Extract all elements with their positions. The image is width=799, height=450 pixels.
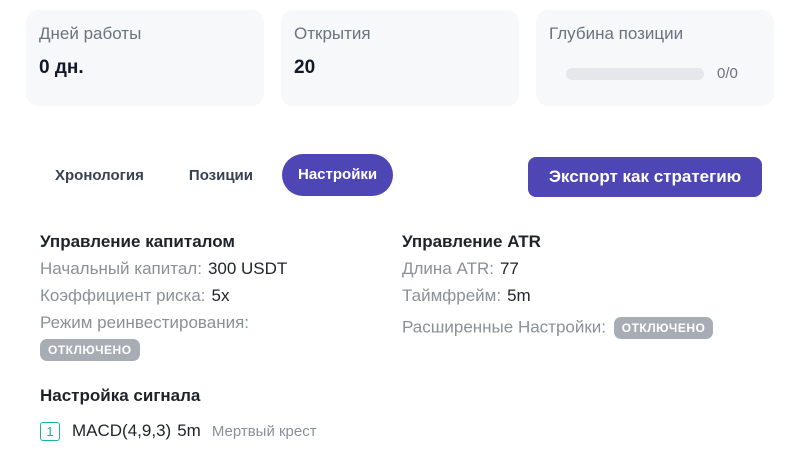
field-value: 5x — [211, 286, 230, 305]
export-strategy-button[interactable]: Экспорт как стратегию — [528, 157, 762, 197]
field-label: Длина ATR: — [402, 259, 494, 278]
field-label: Таймфрейм: — [402, 286, 502, 305]
timeframe-row: Таймфрейм: 5m — [402, 286, 713, 306]
section-title: Настройка сигнала — [40, 386, 201, 405]
stat-value: 0 дн. — [39, 57, 84, 78]
risk-factor-row: Коэффициент риска: 5x — [40, 286, 287, 306]
stat-value: 20 — [294, 57, 316, 78]
signal-number: 1 — [40, 421, 60, 441]
signal-timeframe: 5m — [177, 421, 201, 440]
advanced-settings-row: Расширенные Настройки: ОТКЛЮЧЕНО — [402, 317, 714, 339]
status-badge: ОТКЛЮЧЕНО — [613, 317, 714, 339]
field-label: Расширенные Настройки: — [402, 317, 607, 337]
stat-label: Глубина позиции — [549, 24, 684, 43]
stat-label: Дней работы — [39, 24, 142, 43]
section-title: Управление капиталом — [40, 232, 235, 251]
stat-label: Открытия — [294, 24, 371, 43]
depth-progress: 0/0 — [549, 65, 761, 82]
initial-capital-row: Начальный капитал: 300 USDT — [40, 259, 287, 279]
stat-card-days: Дней работы 0 дн. — [26, 10, 264, 106]
atr-management-section: Управление ATR Длина ATR: 77 Таймфрейм: 5m… — [402, 232, 714, 339]
tab-bar: Хронология Позиции Настройки — [40, 154, 394, 196]
tab-timeline[interactable]: Хронология — [55, 167, 144, 184]
atr-length-row: Длина ATR: 77 — [402, 259, 713, 279]
capital-management-section: Управление капиталом Начальный капитал: 3… — [40, 232, 287, 361]
section-title: Управление ATR — [402, 232, 541, 251]
field-value: 5m — [507, 286, 531, 305]
signal-condition: Мертвый крест — [211, 422, 317, 440]
depth-progress-text: 0/0 — [717, 65, 738, 82]
field-label: Режим реинвестирования: — [40, 313, 250, 332]
reinvest-mode-row: Режим реинвестирования: — [40, 313, 287, 333]
signal-item: 1 MACD(4,9,3) 5m Мертвый крест — [40, 421, 317, 441]
depth-progress-bar — [566, 67, 704, 80]
tab-settings[interactable]: Настройки — [282, 154, 394, 196]
field-value: 300 USDT — [207, 259, 288, 278]
field-label: Начальный капитал: — [40, 259, 202, 278]
tab-positions[interactable]: Позиции — [189, 167, 253, 184]
signal-indicator: MACD(4,9,3) — [72, 421, 172, 440]
field-label: Коэффициент риска: — [40, 286, 206, 305]
status-badge: ОТКЛЮЧЕНО — [40, 339, 140, 361]
signal-settings-section: Настройка сигнала 1 MACD(4,9,3) 5m Мертв… — [40, 386, 317, 441]
stat-card-depth: Глубина позиции 0/0 — [536, 10, 774, 106]
stat-card-opens: Открытия 20 — [281, 10, 519, 106]
field-value: 77 — [499, 259, 519, 278]
